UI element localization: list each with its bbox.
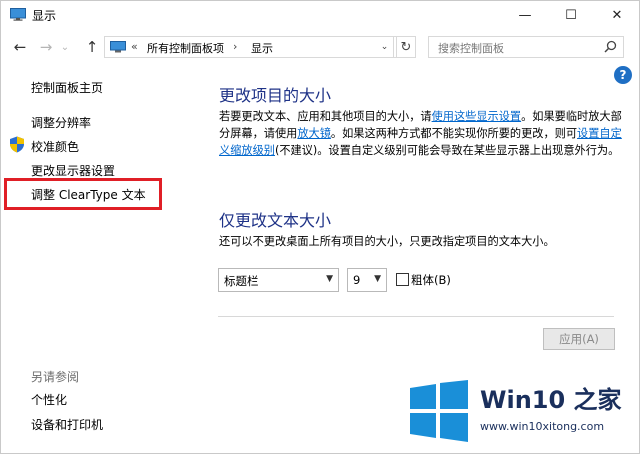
window-title: 显示 [32,9,57,23]
display-settings-link[interactable]: 使用这些显示设置 [432,110,522,123]
chevron-down-icon: ▼ [374,274,381,284]
breadcrumb-display[interactable]: 显示 [251,40,273,56]
control-panel-icon [110,41,126,53]
title-bar: 显示 — ☐ ✕ [0,0,640,30]
font-size-select[interactable]: 9 ▼ [347,268,387,292]
forward-button[interactable]: → [36,37,56,57]
close-icon: ✕ [611,7,623,23]
close-button[interactable]: ✕ [594,0,640,30]
sidebar-item-monitor-settings[interactable]: 更改显示器设置 [31,162,115,179]
change-size-description: 若要更改文本、应用和其他项目的大小，请使用这些显示设置。如果要临时放大部分屏幕，… [219,108,624,159]
font-size-value: 9 [353,273,361,287]
item-select[interactable]: 标题栏 ▼ [218,268,339,292]
sidebar-home-link[interactable]: 控制面板主页 [31,79,103,96]
address-dropdown-button[interactable]: ⌄ [376,36,394,58]
desc-text-3: 。如果这两种方式都不能实现你所要的更改，则可 [330,127,578,140]
text-size-description: 还可以不更改桌面上所有项目的大小，只更改指定项目的文本大小。 [219,235,555,248]
help-icon: ? [619,68,627,82]
desc-text-1: 若要更改文本、应用和其他项目的大小，请 [219,110,432,123]
chevron-down-icon: ▼ [326,274,333,284]
sidebar-item-devices-printers[interactable]: 设备和打印机 [31,416,103,433]
chevron-down-icon: ⌄ [60,41,70,53]
navigation-bar: ← → ⌄ ↑ « 所有控制面板项 › 显示 ⌄ ↻ 搜索控制面板 [0,30,640,64]
section-title-change-size: 更改项目的大小 [219,86,332,105]
section-title-text-size: 仅更改文本大小 [219,211,332,230]
sidebar-item-personalization[interactable]: 个性化 [31,391,67,408]
item-select-value: 标题栏 [224,274,259,288]
back-button[interactable]: ← [10,37,30,57]
search-input[interactable]: 搜索控制面板 [428,36,624,58]
watermark: Win10 之家 www.win10xitong.com [406,378,632,446]
chevron-down-icon: ⌄ [380,42,389,52]
refresh-icon: ↻ [400,39,412,55]
sidebar-item-calibrate-color[interactable]: 校准颜色 [31,138,79,155]
cleartype-highlight-box [4,178,162,210]
desc-text-4: (不建议)。设置自定义级别可能会导致在某些显示器上出现意外行为。 [274,144,620,157]
address-bar[interactable]: « 所有控制面板项 › 显示 [104,36,416,58]
sidebar-item-resolution[interactable]: 调整分辨率 [31,114,91,131]
recent-locations-button[interactable]: ⌄ [58,37,72,57]
back-arrow-icon: ← [13,38,27,56]
up-button[interactable]: ↑ [82,37,102,57]
breadcrumb-all-items[interactable]: 所有控制面板项 [147,40,224,56]
watermark-url: www.win10xitong.com [480,420,605,433]
search-icon [604,40,617,53]
shield-icon [10,136,24,153]
address-overflow-chevron[interactable]: « [131,40,138,53]
monitor-icon [10,8,26,21]
refresh-button[interactable]: ↻ [396,36,416,58]
search-placeholder: 搜索控制面板 [438,42,504,55]
minimize-button[interactable]: — [502,0,548,30]
section-divider [218,316,614,317]
see-also-heading: 另请参阅 [31,370,80,384]
bold-checkbox-label[interactable]: 粗体(B) [411,272,451,288]
maximize-button[interactable]: ☐ [548,0,594,30]
help-button[interactable]: ? [614,66,632,84]
up-arrow-icon: ↑ [85,38,99,56]
forward-arrow-icon: → [39,38,53,56]
apply-button[interactable]: 应用(A) [543,328,615,350]
minimize-icon: — [518,7,532,23]
maximize-icon: ☐ [565,7,577,23]
bold-checkbox[interactable] [396,273,409,286]
magnifier-link[interactable]: 放大镜 [297,127,331,140]
apply-button-label: 应用(A) [559,332,599,346]
watermark-title: Win10 之家 [480,386,622,414]
breadcrumb-separator[interactable]: › [233,40,237,53]
windows-logo-icon [410,380,468,442]
